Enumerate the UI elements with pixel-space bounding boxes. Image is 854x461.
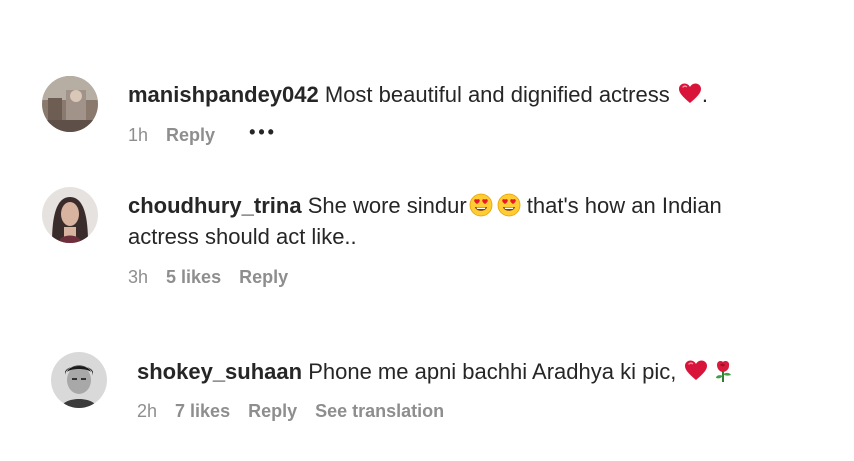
reply-button[interactable]: Reply (239, 267, 288, 287)
comment-body: Most beautiful and dignified actress (318, 82, 676, 107)
avatar-image (42, 76, 98, 132)
avatar[interactable] (42, 187, 98, 243)
avatar-image (42, 187, 98, 243)
comment-body-end: . (701, 82, 708, 107)
comment-timestamp[interactable]: 3h (128, 267, 148, 287)
comment-body: Phone me apni bachhi Aradhya ki pic, (302, 359, 683, 384)
avatar[interactable] (51, 352, 107, 408)
red-heart-icon (684, 359, 708, 383)
likes-count-button[interactable]: 5 likes (166, 267, 221, 287)
comment-text: manishpandey042 Most beautiful and digni… (128, 79, 828, 110)
comment-username[interactable]: choudhury_trina (128, 193, 302, 218)
comment-text: choudhury_trina She wore sindur that's h… (128, 190, 788, 252)
see-translation-button[interactable]: See translation (315, 401, 444, 421)
rose-icon (712, 359, 736, 383)
comment-meta: 3h 5 likes Reply (128, 267, 306, 288)
reply-button[interactable]: Reply (248, 401, 297, 421)
avatar-image (51, 352, 107, 408)
comment-body: She wore sindur (301, 193, 467, 218)
heart-eyes-icon (497, 193, 521, 217)
avatar[interactable] (42, 76, 98, 132)
more-options-icon[interactable]: ••• (249, 122, 277, 143)
heart-eyes-icon (469, 193, 493, 217)
comment-timestamp[interactable]: 1h (128, 125, 148, 145)
red-heart-icon (678, 82, 702, 106)
comment-meta: 1h Reply ••• (128, 122, 295, 146)
comment-timestamp[interactable]: 2h (137, 401, 157, 421)
comment-meta: 2h 7 likes Reply See translation (137, 401, 462, 422)
likes-count-button[interactable]: 7 likes (175, 401, 230, 421)
reply-button[interactable]: Reply (166, 125, 215, 145)
comment-username[interactable]: manishpandey042 (128, 82, 319, 107)
comment-text: shokey_suhaan Phone me apni bachhi Aradh… (137, 356, 837, 387)
comment-username[interactable]: shokey_suhaan (137, 359, 302, 384)
